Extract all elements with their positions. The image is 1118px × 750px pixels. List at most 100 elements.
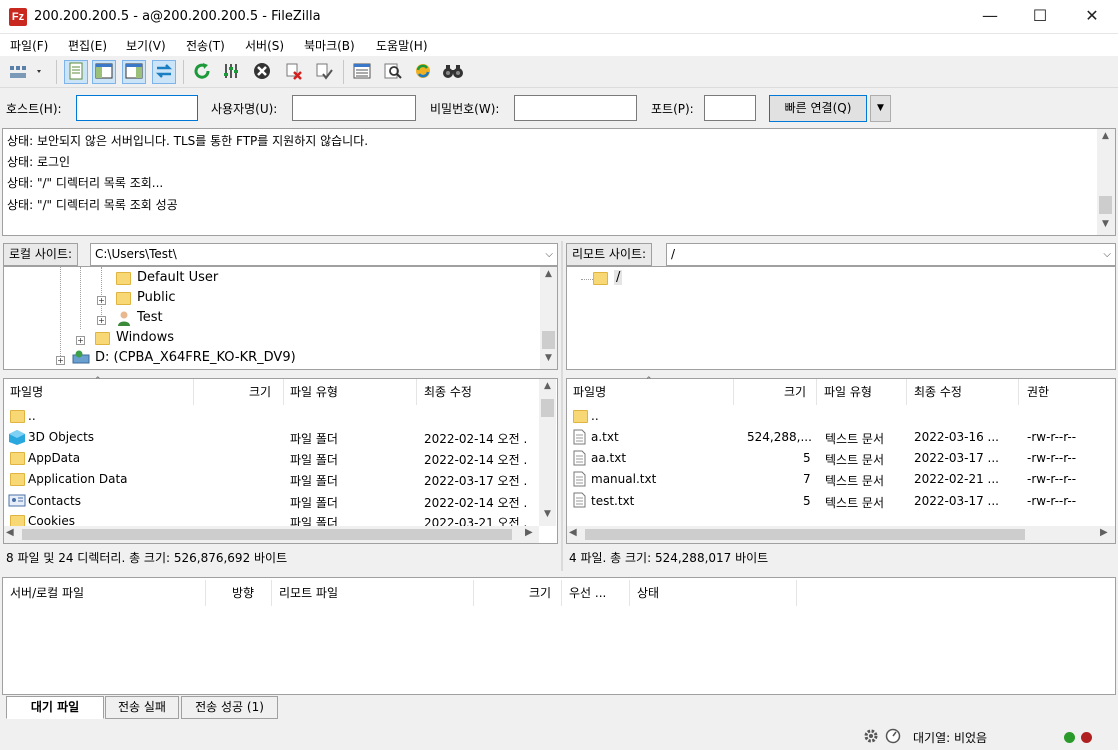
refresh-icon[interactable] — [190, 60, 214, 84]
local-file-name[interactable]: Cookies — [28, 514, 75, 526]
queue-col-size[interactable]: 크기 — [529, 584, 551, 601]
port-input[interactable] — [704, 95, 756, 121]
process-queue-icon[interactable] — [220, 60, 244, 84]
speed-limit-icon[interactable] — [885, 728, 901, 744]
site-manager-icon[interactable] — [6, 60, 46, 84]
queue-col-priority[interactable]: 우선 ... — [569, 584, 606, 601]
local-tree-toggle-icon[interactable] — [92, 60, 116, 84]
remote-list-hscrollbar[interactable]: ◀ ▶ — [567, 526, 1115, 543]
tree-item-root[interactable]: / — [614, 270, 623, 285]
scroll-right-icon[interactable]: ▶ — [1100, 527, 1108, 538]
remote-file-name[interactable]: a.txt — [591, 430, 619, 444]
expand-icon[interactable]: + — [76, 336, 85, 345]
synchronized-browsing-icon[interactable] — [411, 60, 435, 84]
binoculars-icon[interactable] — [441, 60, 465, 84]
local-file-name[interactable]: 3D Objects — [28, 430, 94, 444]
remote-file-name[interactable]: aa.txt — [591, 451, 626, 465]
scroll-down-icon[interactable]: ▼ — [539, 509, 556, 519]
column-separator[interactable] — [416, 379, 417, 405]
local-list-vscrollbar[interactable]: ▲ ▼ — [539, 379, 556, 526]
column-separator[interactable] — [629, 580, 630, 606]
remote-file-name[interactable]: test.txt — [591, 494, 634, 508]
tree-item-public[interactable]: Public — [137, 290, 175, 305]
scrollbar-thumb[interactable] — [585, 529, 1025, 540]
maximize-button[interactable]: ☐ — [1016, 0, 1064, 34]
remote-path-input[interactable]: / ⌵ — [666, 243, 1116, 266]
gear-icon[interactable] — [863, 728, 879, 744]
tab-queued-files[interactable]: 대기 파일 — [6, 696, 104, 719]
quickconnect-dropdown-icon[interactable]: ▼ — [870, 95, 891, 122]
menu-view[interactable]: 보기(V) — [126, 37, 166, 54]
tab-successful-transfers[interactable]: 전송 성공 (1) — [181, 696, 278, 719]
tree-item-default-user[interactable]: Default User — [137, 270, 218, 285]
scroll-up-icon[interactable]: ▲ — [1097, 131, 1114, 141]
scroll-up-icon[interactable]: ▲ — [540, 269, 557, 279]
menu-transfer[interactable]: 전송(T) — [186, 37, 225, 54]
log-scrollbar[interactable]: ▲ ▼ — [1097, 129, 1115, 235]
local-file-name[interactable]: Contacts — [28, 494, 81, 508]
remote-col-permissions[interactable]: 권한 — [1027, 383, 1049, 400]
transfer-queue-toggle-icon[interactable] — [152, 60, 176, 84]
remote-col-size[interactable]: 크기 — [784, 383, 806, 400]
local-list-hscrollbar[interactable]: ◀ ▶ — [4, 526, 539, 543]
remote-file-name[interactable]: manual.txt — [591, 472, 656, 486]
remote-col-filename[interactable]: 파일명 — [573, 383, 606, 400]
local-col-modified[interactable]: 최종 수정 — [424, 383, 472, 400]
quickconnect-button[interactable]: 빠른 연결(Q) — [769, 95, 867, 122]
scroll-right-icon[interactable]: ▶ — [525, 527, 533, 538]
close-button[interactable]: ✕ — [1068, 0, 1116, 34]
scrollbar-thumb[interactable] — [541, 399, 554, 417]
column-separator[interactable] — [193, 379, 194, 405]
local-col-type[interactable]: 파일 유형 — [290, 383, 338, 400]
password-input[interactable] — [514, 95, 637, 121]
menu-server[interactable]: 서버(S) — [245, 37, 284, 54]
menu-edit[interactable]: 편집(E) — [68, 37, 107, 54]
expand-icon[interactable]: + — [97, 316, 106, 325]
column-separator[interactable] — [561, 580, 562, 606]
username-input[interactable] — [292, 95, 416, 121]
local-file-name[interactable]: .. — [28, 409, 36, 423]
pane-splitter[interactable] — [561, 241, 563, 571]
column-separator[interactable] — [906, 379, 907, 405]
column-separator[interactable] — [283, 379, 284, 405]
column-separator[interactable] — [1018, 379, 1019, 405]
tree-item-test[interactable]: Test — [137, 310, 163, 325]
menu-help[interactable]: 도움말(H) — [376, 37, 428, 54]
scroll-left-icon[interactable]: ◀ — [569, 527, 577, 538]
remote-col-modified[interactable]: 최종 수정 — [914, 383, 962, 400]
tree-item-windows[interactable]: Windows — [116, 330, 174, 345]
local-file-name[interactable]: Application Data — [28, 472, 128, 486]
scroll-up-icon[interactable]: ▲ — [539, 381, 556, 391]
column-separator[interactable] — [205, 580, 206, 606]
column-separator[interactable] — [733, 379, 734, 405]
reconnect-icon[interactable] — [312, 60, 336, 84]
chevron-down-icon[interactable]: ⌵ — [545, 244, 553, 265]
local-col-size[interactable]: 크기 — [249, 383, 271, 400]
scrollbar-thumb[interactable] — [1099, 196, 1112, 214]
tab-failed-transfers[interactable]: 전송 실패 — [105, 696, 179, 719]
queue-col-direction[interactable]: 방향 — [232, 584, 254, 601]
queue-col-server-local-file[interactable]: 서버/로컬 파일 — [10, 584, 84, 601]
minimize-button[interactable]: — — [966, 0, 1014, 34]
remote-col-type[interactable]: 파일 유형 — [824, 383, 872, 400]
tree-item-drive-d[interactable]: D: (CPBA_X64FRE_KO-KR_DV9) — [95, 350, 296, 365]
expand-icon[interactable]: + — [56, 356, 65, 365]
column-separator[interactable] — [816, 379, 817, 405]
local-file-name[interactable]: AppData — [28, 451, 80, 465]
chevron-down-icon[interactable]: ⌵ — [1103, 244, 1111, 265]
remote-tree-toggle-icon[interactable] — [122, 60, 146, 84]
menu-bookmarks[interactable]: 북마크(B) — [304, 37, 355, 54]
column-separator[interactable] — [796, 580, 797, 606]
expand-icon[interactable]: + — [97, 296, 106, 305]
message-log-toggle-icon[interactable] — [64, 60, 88, 84]
scroll-down-icon[interactable]: ▼ — [1097, 219, 1114, 229]
host-input[interactable] — [76, 95, 198, 121]
queue-col-status[interactable]: 상태 — [637, 584, 659, 601]
local-path-input[interactable]: C:\Users\Test\ ⌵ — [90, 243, 558, 266]
scrollbar-thumb[interactable] — [22, 529, 512, 540]
cancel-operation-icon[interactable] — [250, 60, 274, 84]
column-separator[interactable] — [271, 580, 272, 606]
scroll-left-icon[interactable]: ◀ — [6, 527, 14, 538]
disconnect-icon[interactable] — [282, 60, 306, 84]
local-tree-scrollbar[interactable]: ▲ ▼ — [540, 267, 557, 369]
